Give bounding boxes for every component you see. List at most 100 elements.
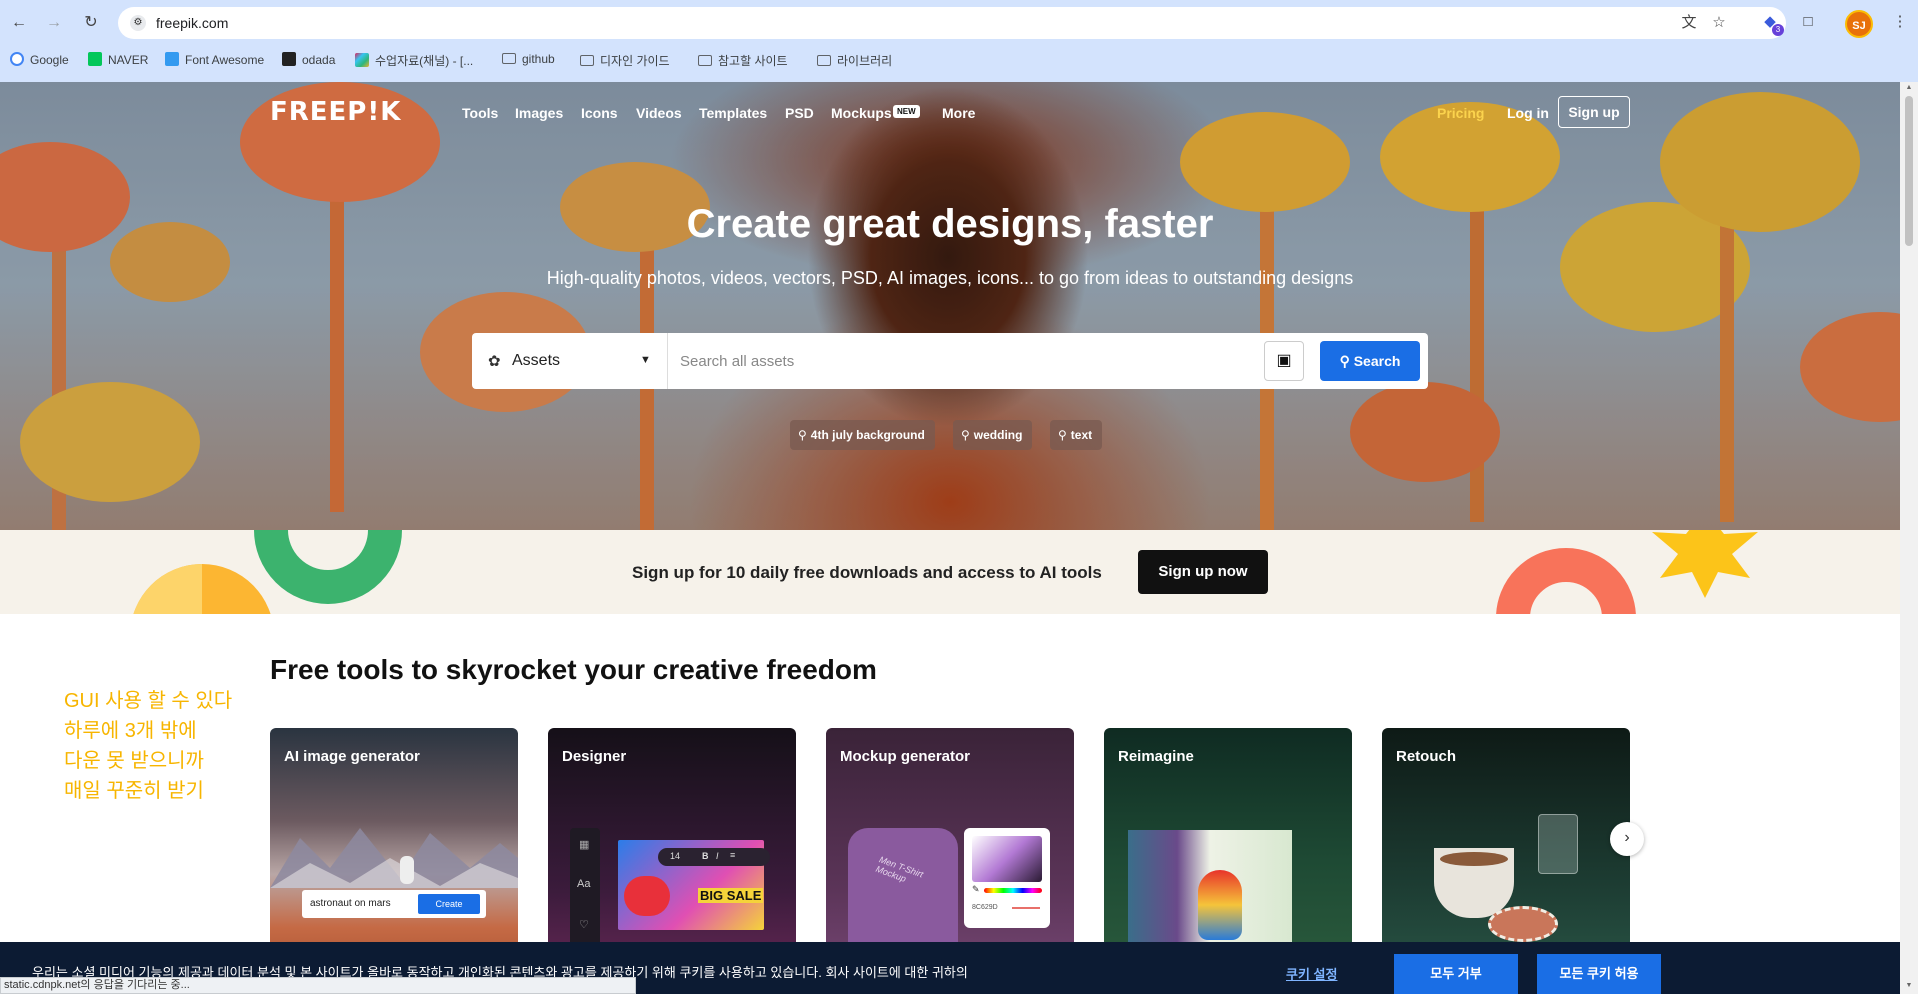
nav-images[interactable]: Images [515,105,563,121]
bookmark-google[interactable]: Google [10,52,69,67]
hero-section [0,82,1900,530]
image-search-icon[interactable]: ▣ [1264,341,1304,381]
extension-badge: 3 [1772,24,1784,36]
bookmark-design-guide[interactable]: 디자인 가이드 [580,52,670,69]
bookmark-font-awesome[interactable]: Font Awesome [165,52,264,67]
banner-text: Sign up for 10 daily free downloads and … [632,563,1102,582]
address-bar[interactable]: ⚙ freepik.com 文 ☆ [118,7,1786,39]
bookmark-star-icon[interactable]: ☆ [1710,14,1728,32]
puzzle-extensions-icon[interactable]: □ [1798,12,1818,32]
note-line: 다운 못 받으니까 [64,750,204,772]
nav-templates[interactable]: Templates [699,105,767,121]
nav-videos[interactable]: Videos [636,105,682,121]
suggestion-label: text [1070,428,1093,442]
site-info-icon[interactable]: ⚙ [130,15,146,31]
scroll-down-icon[interactable]: ▼ [1905,982,1913,989]
bookmark-label: Google [30,53,69,67]
reload-icon[interactable]: ↻ [82,14,100,32]
assets-icon: ✿ [488,353,501,370]
browser-status-bar: static.cdnpk.net의 응답을 기다리는 중... [0,977,636,994]
asset-type-label: Assets [512,352,561,369]
nav-psd[interactable]: PSD [785,105,814,121]
search-button[interactable]: ⚲ Search [1320,341,1420,381]
new-badge: NEW [893,105,920,118]
card-title: Retouch [1396,748,1456,765]
search-icon: ⚲ [798,428,807,442]
decor-quarter [130,564,202,614]
cookie-settings-link[interactable]: 쿠키 설정 [1286,964,1337,983]
coffee-surface [1440,852,1508,866]
search-button-label: Search [1353,353,1401,369]
parrot-image [1198,870,1242,940]
signup-now-button[interactable]: Sign up now [1138,550,1268,594]
bookmark-naver[interactable]: NAVER [88,52,148,67]
menu-kebab-icon[interactable]: ⋮ [1890,12,1910,32]
suggestion-chip[interactable]: ⚲ text [1050,420,1103,450]
note-line: GUI 사용 할 수 있다 [64,690,233,712]
scroll-up-icon[interactable]: ▲ [1905,84,1913,91]
opacity-slider[interactable] [1012,907,1040,909]
mockup-text: Men T-Shirt Mockup [874,854,925,884]
bold-icon: B [702,851,709,861]
suggestion-chip[interactable]: ⚲ 4th july background [790,420,935,450]
create-button[interactable]: Create [418,894,480,914]
nav-mockups[interactable]: Mockups [831,105,892,121]
bookmark-label: 디자인 가이드 [600,54,670,68]
scroll-thumb[interactable] [1905,96,1913,246]
bookmark-github[interactable]: github [502,52,555,66]
bookmark-odada[interactable]: odada [282,52,335,67]
shapes-icon: ♡ [579,919,589,931]
bookmark-label: 참고할 사이트 [718,54,788,68]
browser-toolbar: ← → ↻ ⚙ freepik.com 文 ☆ ◆ 3 □ SJ ⋮ Googl… [0,0,1918,82]
decor-ring [1496,548,1636,614]
signup-banner: Sign up for 10 daily free downloads and … [0,530,1900,614]
note-line: 하루에 3개 밖에 [64,720,197,742]
translate-icon[interactable]: 文 [1680,14,1698,32]
suggestion-label: 4th july background [810,428,925,442]
pricing-link[interactable]: Pricing [1437,105,1484,121]
card-title: Reimagine [1118,748,1194,765]
hue-slider[interactable] [984,888,1042,893]
sale-text: BIG SALE [698,888,764,903]
astronaut-figure [400,856,414,884]
decor-star [1652,530,1758,598]
suggestion-chip[interactable]: ⚲ wedding [953,420,1033,450]
bookmark-label: odada [302,53,336,67]
bookmark-label: NAVER [108,53,149,67]
text-toolbar: 14 B I ≡ [658,848,770,866]
designer-sidebar: ▦ Aa ♡ [570,828,600,948]
asset-type-select[interactable]: ✿ Assets ▼ [472,333,668,389]
reject-all-button[interactable]: 모두 거부 [1394,954,1518,994]
search-icon: ⚲ [961,428,970,442]
page-scrollbar[interactable]: ▲ ▼ [1900,82,1918,994]
bookmark-reference-sites[interactable]: 참고할 사이트 [698,52,788,69]
tools-section-title: Free tools to skyrocket your creative fr… [270,654,877,685]
freepik-logo[interactable]: FREEP!K [270,97,401,127]
nav-more[interactable]: More [942,105,975,121]
login-link[interactable]: Log in [1507,105,1549,121]
mountains-illustration [270,828,518,888]
decor-ring [254,530,402,604]
back-icon[interactable]: ← [10,14,28,32]
search-input[interactable] [680,349,1200,373]
bookmark-library[interactable]: 라이브러리 [817,52,892,69]
flag-icon [165,52,179,66]
signup-button[interactable]: Sign up [1558,96,1630,128]
hex-value[interactable]: 8C629D [972,904,998,911]
bookmark-class-materials[interactable]: 수업자료(채널) - [... [355,52,473,69]
nav-icons[interactable]: Icons [581,105,618,121]
suggestion-label: wedding [973,428,1023,442]
color-gradient-area[interactable] [972,836,1042,882]
search-icon: ⚲ [1339,353,1350,369]
url-text[interactable]: freepik.com [156,15,228,31]
profile-avatar[interactable]: SJ [1845,10,1873,38]
prompt-input[interactable]: astronaut on mars Create [302,890,486,918]
nav-tools[interactable]: Tools [462,105,498,121]
carousel-next-icon[interactable]: › [1610,822,1644,856]
italic-icon: I [716,851,719,861]
forward-icon[interactable]: → [45,14,63,32]
folder-icon [817,55,831,66]
color-picker-panel[interactable]: ✎ 8C629D [964,828,1050,928]
accept-all-button[interactable]: 모든 쿠키 허용 [1537,954,1661,994]
eyedropper-icon[interactable]: ✎ [972,884,980,895]
